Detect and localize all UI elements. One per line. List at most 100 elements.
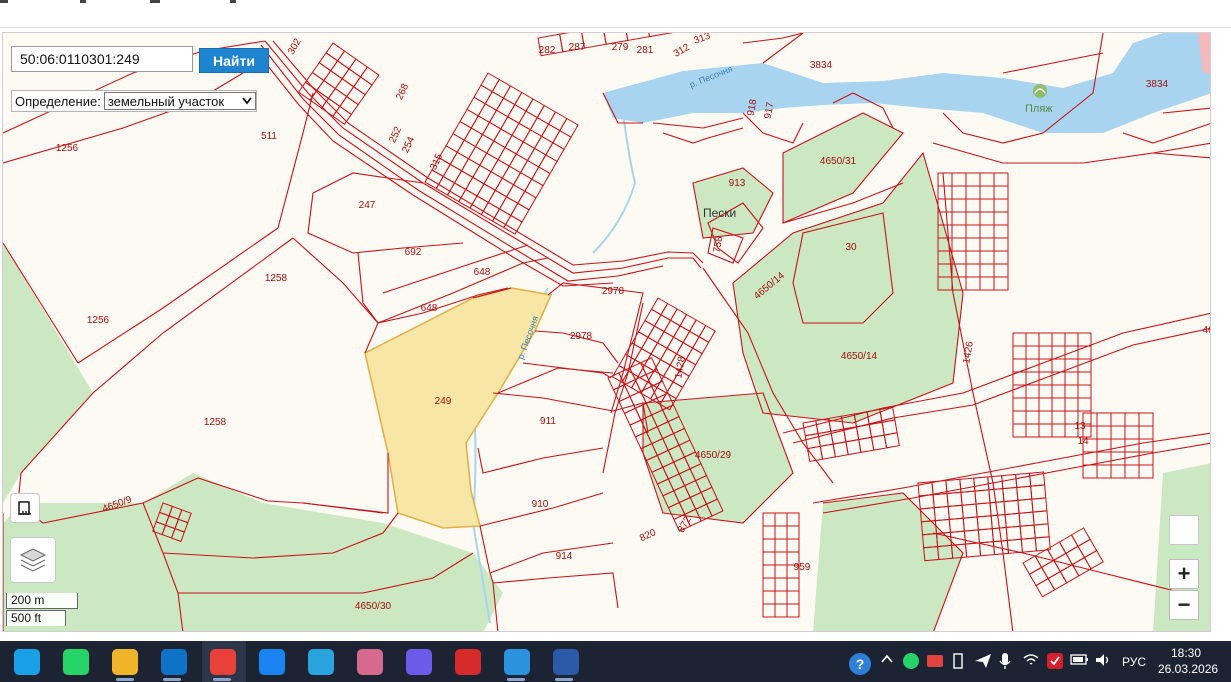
- definition-select[interactable]: земельный участок: [103, 92, 256, 110]
- parcel-cell: [545, 142, 565, 163]
- parcel-cell: [339, 95, 359, 116]
- parcel-cell: [976, 515, 993, 531]
- parcel-cell: [505, 184, 526, 205]
- parcel-label: 287: [569, 42, 586, 53]
- parcel-label: 692: [405, 247, 422, 258]
- photos-icon[interactable]: [504, 649, 530, 675]
- parcel-cell: [656, 375, 674, 394]
- parcel-block: [424, 72, 579, 235]
- cadastral-number-input[interactable]: [11, 46, 193, 72]
- parcel-cell: [774, 564, 788, 579]
- parcel-cell: [1138, 464, 1154, 479]
- parcel-cell: [445, 132, 465, 153]
- zoom-out-button[interactable]: −: [1169, 590, 1199, 620]
- parcel-cell: [1012, 410, 1027, 425]
- parcel-cell: [647, 325, 665, 344]
- scale-imperial: 500 ft: [6, 610, 66, 626]
- umbrella-app-icon[interactable]: [357, 649, 383, 675]
- parcel-cell: [488, 109, 509, 130]
- parcel-cell: [965, 172, 981, 187]
- dropbox-icon[interactable]: [259, 649, 285, 675]
- parcel-cell: [336, 50, 357, 70]
- parcel-cell: [332, 105, 353, 125]
- map-canvas[interactable]: 1256 511 247 692 648 648 1258 1256 1258 249 2978 29…: [3, 33, 1211, 632]
- parcel-cell: [993, 224, 1009, 239]
- parcel-cell: [634, 347, 652, 366]
- battery-icon[interactable]: [1070, 652, 1090, 669]
- parcel-cell: [1030, 484, 1047, 500]
- parcel-label: 910: [532, 499, 549, 510]
- parcel-cell: [1025, 423, 1040, 438]
- parcel-cell: [786, 525, 800, 540]
- parcel-cell: [685, 347, 703, 366]
- parcel-cell: [965, 224, 981, 239]
- parcel-cell: [682, 330, 700, 349]
- parcel-cell: [1025, 384, 1040, 399]
- parcel-cell: [977, 528, 994, 544]
- find-button[interactable]: Найти: [199, 48, 269, 73]
- wifi-icon[interactable]: [1022, 652, 1040, 671]
- parcel-label: 4650/14: [841, 351, 878, 362]
- parcel-cell: [951, 185, 967, 200]
- antivirus-icon[interactable]: [1046, 652, 1064, 673]
- parcel-cell: [1038, 345, 1053, 360]
- media-tray-icon[interactable]: [926, 652, 944, 673]
- village-label: Пески: [703, 206, 736, 220]
- cadastral-map[interactable]: 1256 511 247 692 648 648 1258 1256 1258 249 2978 29…: [2, 32, 1211, 632]
- layers-button[interactable]: [10, 537, 56, 583]
- whatsapp-icon[interactable]: [63, 649, 89, 675]
- edge-icon[interactable]: [14, 649, 40, 675]
- parcel-cell: [786, 577, 800, 592]
- parcel-cell: [1031, 497, 1048, 513]
- usb-icon[interactable]: [950, 652, 966, 673]
- messenger-icon[interactable]: [406, 649, 432, 675]
- yandex-browser-icon[interactable]: [210, 649, 236, 675]
- parcel-cell: [774, 551, 788, 566]
- parcel-cell: [656, 330, 675, 349]
- parcel-cell: [1077, 384, 1092, 399]
- microphone-icon[interactable]: [998, 652, 1012, 673]
- file-explorer-icon[interactable]: [112, 649, 138, 675]
- selected-parcel-249[interactable]: [364, 287, 553, 529]
- parcel-cell: [1077, 538, 1098, 559]
- word-icon[interactable]: [553, 649, 579, 675]
- zoom-in-button[interactable]: +: [1169, 559, 1199, 589]
- parcel-cell: [311, 61, 332, 82]
- parcel-label: 279: [612, 42, 629, 53]
- volume-icon[interactable]: [1094, 652, 1112, 671]
- parcel-block: [917, 471, 1051, 562]
- parcel-cell: [762, 577, 776, 592]
- parcel-cell: [1051, 358, 1066, 373]
- outlook-icon[interactable]: [161, 649, 187, 675]
- fullscreen-button[interactable]: [1169, 515, 1199, 545]
- language-indicator[interactable]: РУС: [1122, 655, 1146, 669]
- ruler-tool-button[interactable]: [10, 493, 40, 523]
- chevron-up-icon[interactable]: [880, 652, 894, 669]
- running-app-indicator: [213, 678, 231, 681]
- parcel-cell: [624, 33, 651, 42]
- telegram-icon[interactable]: [308, 649, 334, 675]
- parcel-label: 959: [794, 562, 811, 573]
- parcel-cell: [460, 158, 481, 179]
- beach-icon[interactable]: [1033, 84, 1047, 98]
- parcel-cell: [1038, 410, 1053, 425]
- parcel-cell: [1012, 345, 1027, 360]
- whatsapp-tray-icon[interactable]: [902, 652, 920, 673]
- parcel-cell: [1017, 498, 1034, 514]
- parcel-cell: [643, 353, 662, 372]
- parcel-label: 254: [400, 135, 417, 155]
- parcel-cell: [993, 237, 1009, 252]
- help-icon[interactable]: ?: [848, 652, 872, 679]
- system-clock[interactable]: 18:30 26.03.2026: [1158, 645, 1218, 677]
- parcel-label: 2978: [570, 331, 593, 342]
- parcel-cell: [484, 90, 505, 111]
- parcel-cell: [993, 185, 1009, 200]
- parcel-cell: [672, 325, 691, 344]
- send-icon[interactable]: [974, 652, 992, 673]
- parcel-cell: [449, 151, 470, 172]
- parcel-cell: [1038, 371, 1053, 386]
- parcel-cell: [947, 504, 964, 520]
- pdf-reader-icon[interactable]: [455, 649, 481, 675]
- parcel-label: 648: [474, 267, 491, 278]
- parcel-cell: [507, 103, 527, 124]
